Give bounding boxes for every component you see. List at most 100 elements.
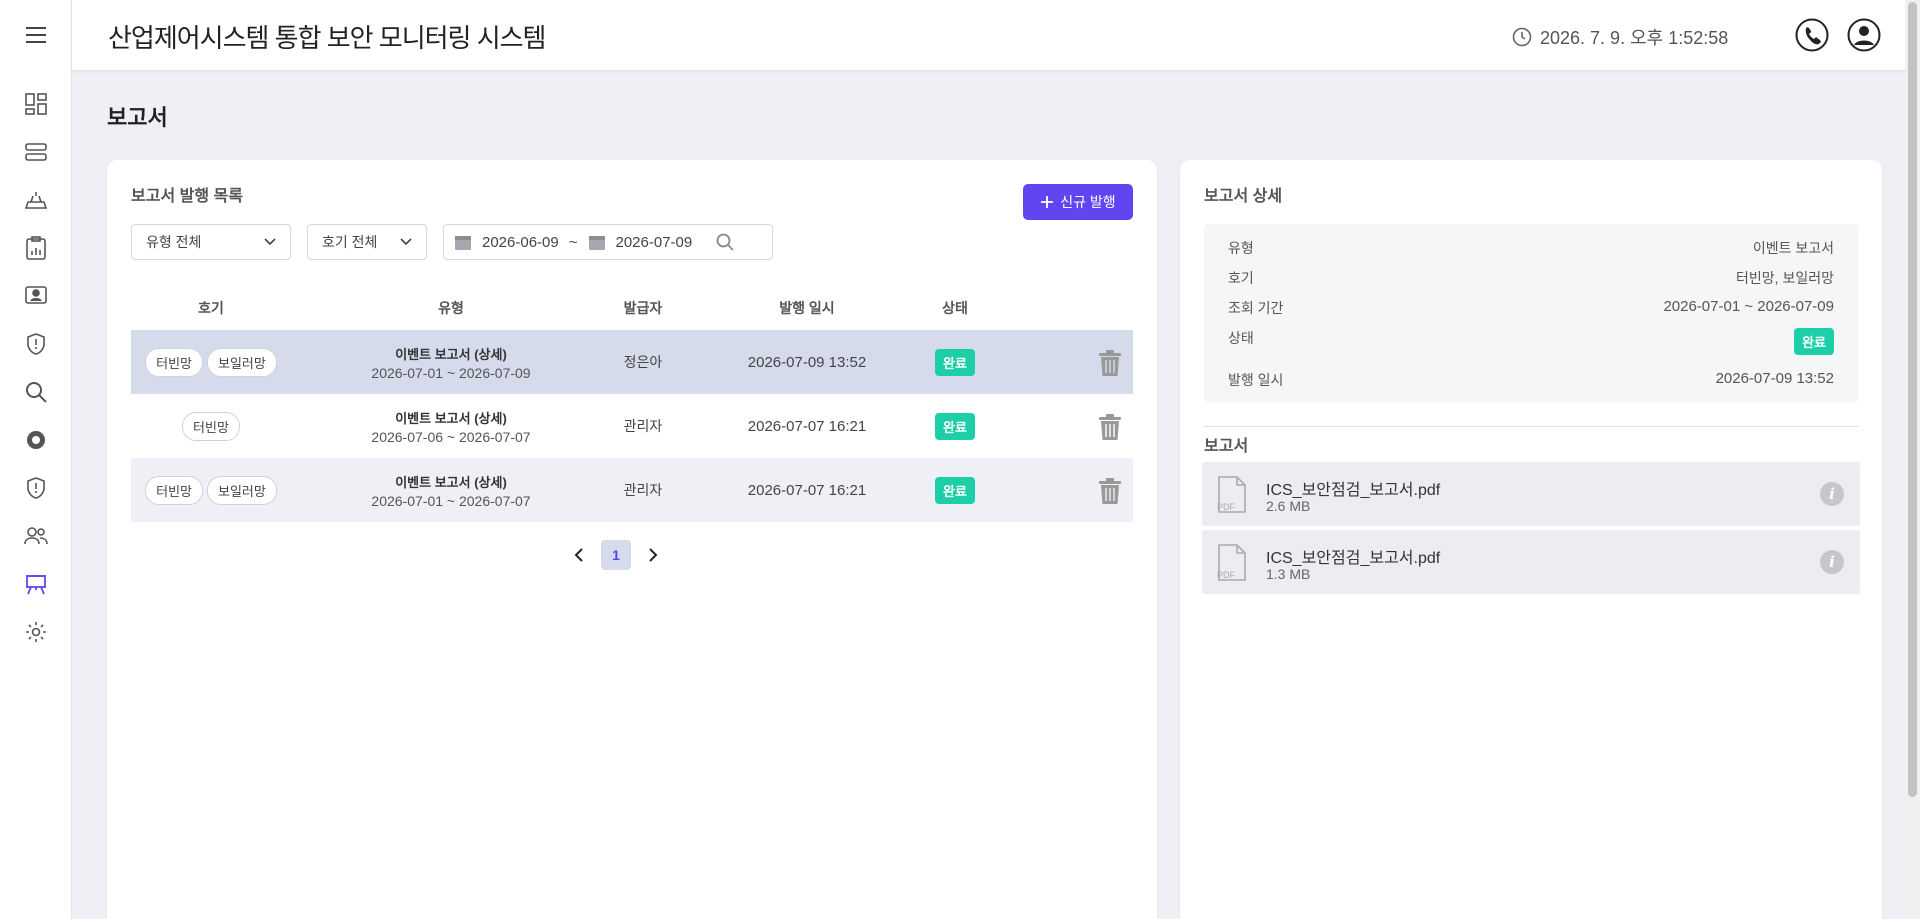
table-row[interactable]: 터빈망 이벤트 보고서 (상세) 2026-07-06 ~ 2026-07-07… — [131, 394, 1133, 458]
status-badge: 완료 — [935, 348, 975, 376]
col-header-issued-at: 발행 일시 — [779, 300, 835, 316]
call-button[interactable] — [1794, 17, 1830, 53]
issued-label: 발행 일시 — [1228, 372, 1284, 388]
sidebar-item-policy[interactable] — [20, 424, 52, 456]
sidebar-item-reports[interactable] — [20, 568, 52, 600]
file-size: 1.3 MB — [1266, 566, 1311, 582]
sidebar-item-users[interactable] — [20, 520, 52, 552]
server-icon — [25, 143, 47, 161]
files-section-title: 보고서 — [1204, 438, 1249, 455]
prev-page-button[interactable] — [567, 540, 591, 570]
line-tags: 터빈망 보일러망 — [131, 458, 291, 522]
line-value: 터빈망, 보일러망 — [1736, 270, 1834, 286]
clock-icon — [1512, 27, 1532, 47]
page-scrollbar[interactable] — [1905, 0, 1920, 919]
type-filter-value: 유형 전체 — [146, 234, 202, 250]
report-type: 이벤트 보고서 (상세) — [395, 410, 507, 426]
trash-icon[interactable] — [1098, 350, 1122, 376]
issued-at: 2026-07-09 13:52 — [747, 353, 867, 371]
line-tag: 터빈망 — [145, 347, 204, 377]
table-row[interactable]: 터빈망 보일러망 이벤트 보고서 (상세) 2026-07-01 ~ 2026-… — [131, 458, 1133, 522]
search-icon[interactable] — [716, 233, 734, 251]
chevron-right-icon — [649, 548, 658, 562]
user-circle-icon — [1847, 18, 1881, 52]
top-header: 산업제어시스템 통합 보안 모니터링 시스템 2026. 7. 9. 오후 1:… — [72, 0, 1920, 70]
sidebar-item-search[interactable] — [20, 376, 52, 408]
table-row[interactable]: 터빈망 보일러망 이벤트 보고서 (상세) 2026-07-01 ~ 2026-… — [131, 330, 1133, 394]
period-label: 조회 기간 — [1228, 300, 1284, 316]
monitor-user-icon — [25, 286, 47, 304]
line-tags: 터빈망 보일러망 — [131, 330, 291, 394]
page-number[interactable]: 1 — [601, 540, 631, 570]
date-to[interactable]: 2026-07-09 — [616, 234, 693, 251]
sidebar-item-dashboard[interactable] — [20, 88, 52, 120]
search-icon — [26, 382, 47, 403]
status-cell: 완료 — [915, 458, 995, 522]
type-cell: 이벤트 보고서 (상세) 2026-07-01 ~ 2026-07-09 — [341, 330, 561, 394]
date-separator: ~ — [568, 233, 578, 251]
report-list-title: 보고서 발행 목록 — [131, 188, 243, 205]
menu-toggle-button[interactable] — [0, 0, 72, 70]
file-name: ICS_보안점검_보고서.pdf — [1266, 482, 1441, 499]
file-item[interactable]: PDF ICS_보안점검_보고서.pdf 2.6 MB i — [1202, 462, 1860, 526]
file-name: ICS_보안점검_보고서.pdf — [1266, 550, 1441, 567]
new-report-button[interactable]: 신규 발행 — [1023, 184, 1133, 220]
sidebar — [0, 0, 72, 919]
svg-text:PDF: PDF — [1217, 502, 1236, 512]
gear-shield-icon — [27, 431, 45, 449]
clipboard-chart-icon — [26, 236, 46, 260]
report-detail-title: 보고서 상세 — [1204, 188, 1283, 205]
settings-icon — [26, 622, 46, 642]
line-tag: 터빈망 — [145, 475, 204, 505]
date-range-picker: 2026-06-09 ~ 2026-07-09 — [443, 224, 773, 260]
sidebar-item-settings[interactable] — [20, 616, 52, 648]
report-range: 2026-07-06 ~ 2026-07-07 — [371, 428, 531, 445]
shield-alert-icon — [27, 333, 45, 355]
sidebar-item-monitoring[interactable] — [20, 280, 52, 312]
issued-at: 2026-07-07 16:21 — [747, 417, 867, 435]
status-label: 상태 — [1228, 330, 1254, 346]
issued-value: 2026-07-09 13:52 — [1715, 370, 1834, 387]
file-item[interactable]: PDF ICS_보안점검_보고서.pdf 1.3 MB i — [1202, 530, 1860, 594]
type-cell: 이벤트 보고서 (상세) 2026-07-06 ~ 2026-07-07 — [341, 394, 561, 458]
type-value: 이벤트 보고서 — [1752, 240, 1834, 256]
sidebar-item-threat[interactable] — [20, 472, 52, 504]
line-filter-value: 호기 전체 — [322, 234, 378, 250]
sidebar-item-network[interactable] — [20, 184, 52, 216]
type-filter-select[interactable]: 유형 전체 — [131, 224, 291, 260]
scrollbar-thumb[interactable] — [1908, 2, 1917, 797]
new-report-label: 신규 발행 — [1060, 194, 1116, 210]
users-icon — [24, 527, 48, 545]
chevron-down-icon — [264, 238, 276, 246]
app-title: 산업제어시스템 통합 보안 모니터링 시스템 — [108, 23, 546, 53]
sidebar-item-statistics[interactable] — [20, 232, 52, 264]
status-badge: 완료 — [1794, 328, 1834, 355]
sidebar-item-security[interactable] — [20, 328, 52, 360]
period-value: 2026-07-01 ~ 2026-07-09 — [1663, 298, 1834, 315]
trash-icon[interactable] — [1098, 478, 1122, 504]
divider — [1204, 426, 1858, 427]
issuer: 관리자 — [623, 418, 663, 434]
report-detail-card: 보고서 상세 유형 이벤트 보고서 호기 터빈망, 보일러망 조회 기간 202… — [1180, 160, 1882, 919]
info-icon[interactable]: i — [1820, 550, 1844, 574]
file-size: 2.6 MB — [1266, 498, 1311, 514]
calendar-icon — [455, 236, 471, 250]
report-board-icon — [26, 575, 46, 595]
dashboard-icon — [25, 93, 47, 115]
current-datetime: 2026. 7. 9. 오후 1:52:58 — [1540, 28, 1729, 48]
plus-icon — [1041, 196, 1054, 208]
line-filter-select[interactable]: 호기 전체 — [307, 224, 427, 260]
user-profile-button[interactable] — [1846, 17, 1882, 53]
pagination: 1 — [567, 540, 665, 570]
phone-icon — [1795, 18, 1829, 52]
next-page-button[interactable] — [641, 540, 665, 570]
clock: 2026. 7. 9. 오후 1:52:58 — [1512, 24, 1728, 50]
status-value-wrap: 완료 — [1794, 328, 1834, 355]
type-label: 유형 — [1228, 240, 1254, 256]
router-icon — [25, 192, 47, 209]
info-icon[interactable]: i — [1820, 482, 1844, 506]
date-from[interactable]: 2026-06-09 — [482, 234, 559, 251]
trash-icon[interactable] — [1098, 414, 1122, 440]
sidebar-item-servers[interactable] — [20, 136, 52, 168]
report-list-card: 보고서 발행 목록 신규 발행 유형 전체 호기 전체 2026-06-09 ~… — [107, 160, 1157, 919]
